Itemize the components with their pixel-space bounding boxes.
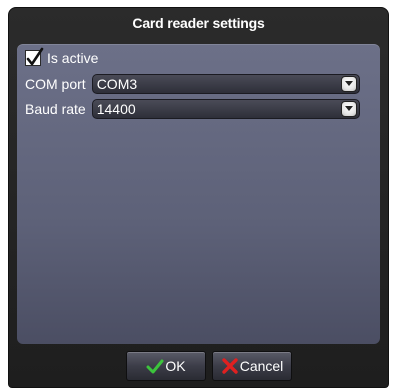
com-port-value: COM3 bbox=[96, 76, 138, 92]
is-active-row: Is active bbox=[25, 47, 99, 66]
baud-rate-dropdown-button[interactable] bbox=[340, 101, 357, 117]
cancel-button-label: Cancel bbox=[239, 358, 284, 374]
baud-rate-row: Baud rate 14400 bbox=[25, 99, 360, 119]
card-reader-settings-dialog: Card reader settings Is active COM port … bbox=[8, 7, 389, 388]
checkmark-icon bbox=[26, 47, 44, 66]
ok-button[interactable]: OK bbox=[126, 351, 206, 381]
baud-rate-dropdown[interactable]: 14400 bbox=[91, 99, 360, 119]
is-active-label: Is active bbox=[47, 50, 99, 66]
chevron-down-icon bbox=[344, 81, 353, 86]
com-port-dropdown-button[interactable] bbox=[340, 76, 357, 92]
baud-rate-value: 14400 bbox=[96, 101, 136, 117]
settings-panel: Is active COM port COM3 Baud rate 14400 bbox=[17, 44, 380, 344]
baud-rate-label: Baud rate bbox=[25, 101, 86, 117]
cancel-button[interactable]: Cancel bbox=[212, 351, 292, 381]
ok-button-label: OK bbox=[165, 358, 186, 374]
com-port-row: COM port COM3 bbox=[25, 74, 360, 94]
chevron-down-icon bbox=[344, 106, 353, 111]
red-x-icon bbox=[222, 358, 238, 374]
green-check-icon bbox=[146, 359, 164, 374]
dialog-footer: OK Cancel bbox=[9, 351, 388, 385]
is-active-checkbox[interactable] bbox=[25, 47, 44, 66]
com-port-label: COM port bbox=[25, 76, 86, 92]
com-port-dropdown[interactable]: COM3 bbox=[91, 74, 360, 94]
dialog-title: Card reader settings bbox=[132, 15, 265, 31]
